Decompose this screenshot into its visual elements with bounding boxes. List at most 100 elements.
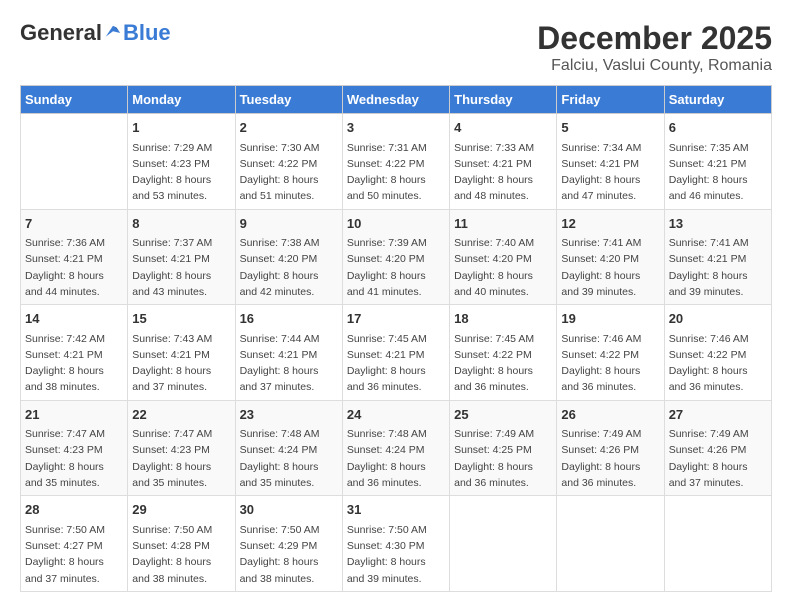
weekday-label: Saturday bbox=[664, 86, 771, 114]
day-number: 6 bbox=[669, 118, 767, 138]
day-info: Sunrise: 7:50 AM Sunset: 4:27 PM Dayligh… bbox=[25, 522, 123, 587]
day-number: 21 bbox=[25, 405, 123, 425]
location-subtitle: Falciu, Vaslui County, Romania bbox=[537, 57, 772, 75]
calendar-cell: 12Sunrise: 7:41 AM Sunset: 4:20 PM Dayli… bbox=[557, 209, 664, 305]
day-number: 26 bbox=[561, 405, 659, 425]
title-block: December 2025 Falciu, Vaslui County, Rom… bbox=[537, 20, 772, 75]
day-info: Sunrise: 7:38 AM Sunset: 4:20 PM Dayligh… bbox=[240, 235, 338, 300]
day-info: Sunrise: 7:49 AM Sunset: 4:26 PM Dayligh… bbox=[561, 426, 659, 491]
day-info: Sunrise: 7:29 AM Sunset: 4:23 PM Dayligh… bbox=[132, 140, 230, 205]
calendar-body: 1Sunrise: 7:29 AM Sunset: 4:23 PM Daylig… bbox=[21, 114, 772, 592]
day-info: Sunrise: 7:48 AM Sunset: 4:24 PM Dayligh… bbox=[240, 426, 338, 491]
logo-blue-text: Blue bbox=[123, 20, 171, 46]
logo-general-text: General bbox=[20, 20, 102, 46]
day-number: 12 bbox=[561, 214, 659, 234]
calendar-cell: 4Sunrise: 7:33 AM Sunset: 4:21 PM Daylig… bbox=[450, 114, 557, 210]
calendar-cell: 17Sunrise: 7:45 AM Sunset: 4:21 PM Dayli… bbox=[342, 305, 449, 401]
day-number: 22 bbox=[132, 405, 230, 425]
weekday-label: Sunday bbox=[21, 86, 128, 114]
day-number: 31 bbox=[347, 500, 445, 520]
calendar-cell: 30Sunrise: 7:50 AM Sunset: 4:29 PM Dayli… bbox=[235, 496, 342, 592]
day-number: 2 bbox=[240, 118, 338, 138]
calendar-cell: 22Sunrise: 7:47 AM Sunset: 4:23 PM Dayli… bbox=[128, 400, 235, 496]
day-number: 25 bbox=[454, 405, 552, 425]
day-info: Sunrise: 7:44 AM Sunset: 4:21 PM Dayligh… bbox=[240, 331, 338, 396]
day-number: 13 bbox=[669, 214, 767, 234]
calendar-cell: 25Sunrise: 7:49 AM Sunset: 4:25 PM Dayli… bbox=[450, 400, 557, 496]
day-number: 17 bbox=[347, 309, 445, 329]
calendar-cell: 3Sunrise: 7:31 AM Sunset: 4:22 PM Daylig… bbox=[342, 114, 449, 210]
calendar-cell: 24Sunrise: 7:48 AM Sunset: 4:24 PM Dayli… bbox=[342, 400, 449, 496]
day-info: Sunrise: 7:34 AM Sunset: 4:21 PM Dayligh… bbox=[561, 140, 659, 205]
day-number: 27 bbox=[669, 405, 767, 425]
day-info: Sunrise: 7:33 AM Sunset: 4:21 PM Dayligh… bbox=[454, 140, 552, 205]
day-info: Sunrise: 7:31 AM Sunset: 4:22 PM Dayligh… bbox=[347, 140, 445, 205]
calendar-cell: 11Sunrise: 7:40 AM Sunset: 4:20 PM Dayli… bbox=[450, 209, 557, 305]
day-info: Sunrise: 7:50 AM Sunset: 4:28 PM Dayligh… bbox=[132, 522, 230, 587]
day-info: Sunrise: 7:46 AM Sunset: 4:22 PM Dayligh… bbox=[669, 331, 767, 396]
calendar-week-row: 1Sunrise: 7:29 AM Sunset: 4:23 PM Daylig… bbox=[21, 114, 772, 210]
weekday-label: Thursday bbox=[450, 86, 557, 114]
day-info: Sunrise: 7:49 AM Sunset: 4:25 PM Dayligh… bbox=[454, 426, 552, 491]
day-number: 28 bbox=[25, 500, 123, 520]
day-number: 3 bbox=[347, 118, 445, 138]
calendar-cell: 10Sunrise: 7:39 AM Sunset: 4:20 PM Dayli… bbox=[342, 209, 449, 305]
calendar-cell: 8Sunrise: 7:37 AM Sunset: 4:21 PM Daylig… bbox=[128, 209, 235, 305]
calendar-cell: 21Sunrise: 7:47 AM Sunset: 4:23 PM Dayli… bbox=[21, 400, 128, 496]
page-header: General Blue December 2025 Falciu, Vaslu… bbox=[20, 20, 772, 75]
calendar-week-row: 14Sunrise: 7:42 AM Sunset: 4:21 PM Dayli… bbox=[21, 305, 772, 401]
day-number: 30 bbox=[240, 500, 338, 520]
logo: General Blue bbox=[20, 20, 171, 46]
day-info: Sunrise: 7:48 AM Sunset: 4:24 PM Dayligh… bbox=[347, 426, 445, 491]
month-title: December 2025 bbox=[537, 20, 772, 57]
calendar-cell: 6Sunrise: 7:35 AM Sunset: 4:21 PM Daylig… bbox=[664, 114, 771, 210]
calendar-week-row: 28Sunrise: 7:50 AM Sunset: 4:27 PM Dayli… bbox=[21, 496, 772, 592]
day-number: 16 bbox=[240, 309, 338, 329]
day-number: 1 bbox=[132, 118, 230, 138]
day-info: Sunrise: 7:50 AM Sunset: 4:29 PM Dayligh… bbox=[240, 522, 338, 587]
calendar-cell: 27Sunrise: 7:49 AM Sunset: 4:26 PM Dayli… bbox=[664, 400, 771, 496]
day-number: 10 bbox=[347, 214, 445, 234]
day-info: Sunrise: 7:47 AM Sunset: 4:23 PM Dayligh… bbox=[132, 426, 230, 491]
calendar-cell: 14Sunrise: 7:42 AM Sunset: 4:21 PM Dayli… bbox=[21, 305, 128, 401]
day-number: 29 bbox=[132, 500, 230, 520]
day-info: Sunrise: 7:41 AM Sunset: 4:21 PM Dayligh… bbox=[669, 235, 767, 300]
calendar-table: SundayMondayTuesdayWednesdayThursdayFrid… bbox=[20, 85, 772, 592]
day-info: Sunrise: 7:45 AM Sunset: 4:22 PM Dayligh… bbox=[454, 331, 552, 396]
calendar-cell: 29Sunrise: 7:50 AM Sunset: 4:28 PM Dayli… bbox=[128, 496, 235, 592]
calendar-cell: 5Sunrise: 7:34 AM Sunset: 4:21 PM Daylig… bbox=[557, 114, 664, 210]
day-number: 11 bbox=[454, 214, 552, 234]
calendar-cell: 2Sunrise: 7:30 AM Sunset: 4:22 PM Daylig… bbox=[235, 114, 342, 210]
day-info: Sunrise: 7:47 AM Sunset: 4:23 PM Dayligh… bbox=[25, 426, 123, 491]
day-info: Sunrise: 7:50 AM Sunset: 4:30 PM Dayligh… bbox=[347, 522, 445, 587]
calendar-cell: 23Sunrise: 7:48 AM Sunset: 4:24 PM Dayli… bbox=[235, 400, 342, 496]
calendar-cell: 28Sunrise: 7:50 AM Sunset: 4:27 PM Dayli… bbox=[21, 496, 128, 592]
calendar-week-row: 7Sunrise: 7:36 AM Sunset: 4:21 PM Daylig… bbox=[21, 209, 772, 305]
calendar-cell: 18Sunrise: 7:45 AM Sunset: 4:22 PM Dayli… bbox=[450, 305, 557, 401]
day-number: 19 bbox=[561, 309, 659, 329]
calendar-cell bbox=[557, 496, 664, 592]
day-number: 8 bbox=[132, 214, 230, 234]
day-info: Sunrise: 7:40 AM Sunset: 4:20 PM Dayligh… bbox=[454, 235, 552, 300]
day-number: 4 bbox=[454, 118, 552, 138]
day-info: Sunrise: 7:46 AM Sunset: 4:22 PM Dayligh… bbox=[561, 331, 659, 396]
calendar-cell bbox=[664, 496, 771, 592]
calendar-cell: 15Sunrise: 7:43 AM Sunset: 4:21 PM Dayli… bbox=[128, 305, 235, 401]
calendar-cell: 26Sunrise: 7:49 AM Sunset: 4:26 PM Dayli… bbox=[557, 400, 664, 496]
weekday-label: Friday bbox=[557, 86, 664, 114]
day-number: 18 bbox=[454, 309, 552, 329]
weekday-header-row: SundayMondayTuesdayWednesdayThursdayFrid… bbox=[21, 86, 772, 114]
calendar-cell: 31Sunrise: 7:50 AM Sunset: 4:30 PM Dayli… bbox=[342, 496, 449, 592]
calendar-cell bbox=[450, 496, 557, 592]
weekday-label: Tuesday bbox=[235, 86, 342, 114]
day-number: 7 bbox=[25, 214, 123, 234]
day-number: 24 bbox=[347, 405, 445, 425]
day-info: Sunrise: 7:41 AM Sunset: 4:20 PM Dayligh… bbox=[561, 235, 659, 300]
day-info: Sunrise: 7:45 AM Sunset: 4:21 PM Dayligh… bbox=[347, 331, 445, 396]
day-number: 20 bbox=[669, 309, 767, 329]
day-info: Sunrise: 7:42 AM Sunset: 4:21 PM Dayligh… bbox=[25, 331, 123, 396]
calendar-cell: 1Sunrise: 7:29 AM Sunset: 4:23 PM Daylig… bbox=[128, 114, 235, 210]
calendar-week-row: 21Sunrise: 7:47 AM Sunset: 4:23 PM Dayli… bbox=[21, 400, 772, 496]
logo-bird-icon bbox=[104, 24, 122, 42]
day-info: Sunrise: 7:43 AM Sunset: 4:21 PM Dayligh… bbox=[132, 331, 230, 396]
